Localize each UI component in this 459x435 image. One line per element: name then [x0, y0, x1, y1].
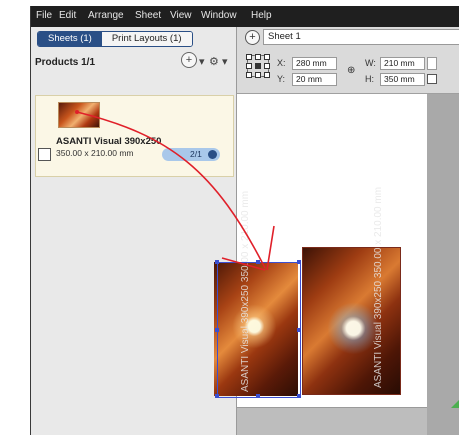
placed-image-2[interactable]: ASANTI Visual 390x250 350.00 x 210.00 mm — [302, 187, 401, 395]
chevron-down-icon[interactable]: ▾ — [222, 55, 228, 68]
menu-view[interactable]: View — [170, 10, 192, 21]
menu-window[interactable]: Window — [201, 10, 237, 21]
tab-print-layouts[interactable]: Print Layouts (1) — [101, 32, 192, 46]
resize-handle[interactable] — [215, 394, 219, 398]
resize-handle[interactable] — [256, 394, 260, 398]
selection-box[interactable] — [215, 260, 301, 398]
w-field[interactable]: 210 mm — [380, 57, 425, 70]
product-count: 2/1 — [190, 149, 202, 159]
product-checkbox[interactable] — [38, 148, 51, 161]
product-name: ASANTI Visual 390x250 — [56, 136, 162, 147]
product-size: 350.00 x 210.00 mm — [56, 148, 134, 158]
gear-icon[interactable]: ⚙ — [209, 55, 219, 68]
panel-tabs: Sheets (1) Print Layouts (1) — [37, 31, 193, 47]
resize-handle[interactable] — [256, 260, 260, 264]
w-label: W: — [365, 58, 376, 68]
h-label: H: — [365, 74, 374, 84]
menu-arrange[interactable]: Arrange — [88, 10, 124, 21]
plus-circle-icon[interactable]: + — [181, 52, 197, 68]
image-caption: ASANTI Visual 390x250 350.00 x 210.00 mm — [373, 186, 384, 388]
x-label: X: — [277, 58, 286, 68]
add-sheet-icon[interactable]: + — [245, 30, 260, 45]
sheet-toolbar: + Sheet 1 X: 280 mm Y: 20 mm ⊕ W: 210 mm… — [237, 27, 459, 94]
arrow-right-icon[interactable] — [208, 150, 217, 159]
products-title: Products 1/1 — [35, 57, 96, 68]
y-label: Y: — [277, 74, 286, 84]
tab-sheets[interactable]: Sheets (1) — [38, 32, 102, 46]
reference-point-icon[interactable] — [246, 54, 270, 78]
x-field[interactable]: 280 mm — [292, 57, 337, 70]
resize-handle[interactable] — [297, 328, 301, 332]
sheet-name-field[interactable]: Sheet 1 — [263, 29, 459, 45]
option-checkbox[interactable] — [427, 74, 437, 84]
menu-help[interactable]: Help — [251, 10, 272, 21]
y-field[interactable]: 20 mm — [292, 73, 337, 86]
chevron-down-icon[interactable]: ▾ — [199, 55, 205, 68]
menu-sheet[interactable]: Sheet — [135, 10, 161, 21]
extra-field[interactable] — [427, 57, 437, 70]
products-panel: Sheets (1) Print Layouts (1) Products 1/… — [31, 27, 237, 435]
h-field[interactable]: 350 mm — [380, 73, 425, 86]
product-count-badge[interactable]: 2/1 — [162, 148, 220, 161]
resize-handle[interactable] — [215, 328, 219, 332]
menu-file[interactable]: File — [36, 10, 52, 21]
canvas-margin — [427, 94, 459, 435]
resize-handle[interactable] — [297, 394, 301, 398]
resize-handle[interactable] — [297, 260, 301, 264]
link-dimensions-icon[interactable]: ⊕ — [347, 65, 355, 76]
resize-handle[interactable] — [215, 260, 219, 264]
menu-edit[interactable]: Edit — [59, 10, 76, 21]
menu-bar: File Edit Arrange Sheet View Window Help — [31, 6, 459, 27]
product-thumbnail — [58, 102, 100, 128]
product-item[interactable]: ASANTI Visual 390x250 350.00 x 210.00 mm… — [35, 95, 234, 177]
